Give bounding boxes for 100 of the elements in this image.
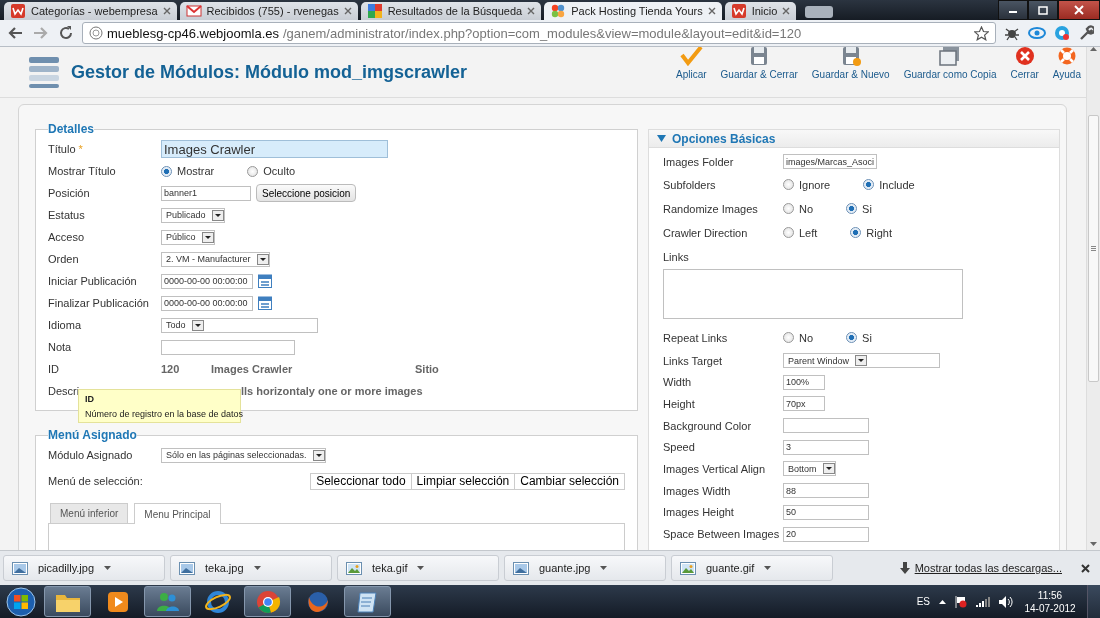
back-icon[interactable] — [6, 25, 24, 41]
selection-button[interactable]: Seleccionar todo — [310, 472, 412, 490]
page-title: Gestor de Módulos: Módulo mod_imgscrawler — [71, 61, 469, 83]
close-icon[interactable] — [1081, 563, 1090, 573]
download-item[interactable]: guante.jpg — [504, 555, 666, 581]
dropdown[interactable]: Todo — [161, 317, 318, 333]
dropdown[interactable]: Sólo en las páginas seleccionadas. — [161, 447, 326, 463]
chat-icon[interactable] — [1054, 25, 1070, 41]
field-label: Background Color — [663, 419, 752, 432]
close-icon[interactable] — [707, 7, 716, 15]
scroll-down-icon[interactable] — [1090, 542, 1097, 546]
text-field[interactable]: 88 — [783, 483, 869, 499]
site-icon — [185, 3, 202, 19]
tooltip-text: Número de registro en la base de datos — [85, 409, 244, 419]
toolbar-button[interactable]: Guardar & Nuevo — [811, 47, 890, 80]
taskbar-button[interactable] — [44, 586, 91, 617]
text-field[interactable]: banner1 — [161, 185, 251, 201]
speaker-icon[interactable] — [999, 595, 1013, 608]
radio-button[interactable] — [783, 332, 794, 344]
signal-bars-icon[interactable] — [976, 596, 990, 607]
image-file-icon — [680, 561, 696, 575]
date-field[interactable]: 0000-00-00 00:00:00 — [161, 295, 253, 311]
dropdown[interactable]: Bottom — [783, 461, 836, 477]
toolbar-button[interactable]: Aplicar — [676, 47, 707, 80]
section-title: Menú Asignado — [48, 428, 137, 442]
text-field[interactable]: 70px — [783, 396, 825, 412]
caret-icon[interactable] — [104, 566, 112, 570]
toolbar-button[interactable]: Ayuda — [1052, 47, 1081, 80]
browser-globe-icon — [203, 588, 232, 615]
field-label: Space Between Images — [663, 528, 780, 541]
menu-tab[interactable]: Menú inferior — [50, 503, 129, 523]
text-field[interactable]: 50 — [783, 504, 869, 520]
browser-tab[interactable]: Inicio — [724, 2, 797, 20]
date-field[interactable]: 0000-00-00 00:00:00 — [161, 273, 253, 289]
dropdown[interactable]: Parent Window — [783, 353, 940, 369]
text-field[interactable]: 100% — [783, 374, 825, 390]
dropdown[interactable]: 2. VM - Manufacturer — [161, 251, 270, 267]
radio-button[interactable] — [863, 179, 875, 191]
caret-icon[interactable] — [253, 566, 261, 570]
start-button-icon[interactable] — [6, 586, 36, 617]
scrollbar-thumb[interactable] — [1088, 115, 1099, 382]
radio-button[interactable] — [850, 227, 862, 239]
toolbar-button[interactable]: Guardar & Cerrar — [720, 47, 798, 80]
download-item[interactable]: guante.gif — [671, 555, 833, 581]
eye-icon[interactable] — [1028, 26, 1046, 40]
new-tab-button[interactable] — [805, 6, 834, 18]
caret-icon[interactable] — [764, 566, 772, 570]
field-label: Repeat Links — [663, 331, 728, 344]
radio-button[interactable] — [846, 332, 858, 344]
radio-button[interactable] — [783, 179, 794, 191]
field-label: Idioma — [48, 319, 82, 331]
text-field[interactable] — [783, 418, 869, 434]
text-field[interactable]: 20 — [783, 526, 869, 542]
dropdown[interactable]: Público — [161, 229, 215, 245]
option-label: Ignore — [799, 178, 831, 191]
selection-button[interactable]: Limpiar selección — [410, 472, 516, 490]
toolbar-button[interactable]: Guardar como Copia — [903, 47, 997, 80]
browser-tab[interactable]: Categorías - webempresa — [4, 2, 177, 20]
download-item[interactable]: teka.jpg — [170, 555, 332, 581]
browser-tab[interactable]: Resultados de la Búsqueda — [360, 2, 542, 20]
flag-icon[interactable] — [955, 595, 967, 608]
collapse-triangle-icon[interactable] — [657, 135, 666, 142]
calendar-icon[interactable] — [258, 296, 272, 310]
caret-icon[interactable] — [417, 566, 425, 570]
star-icon[interactable] — [974, 25, 989, 41]
toolbar-button[interactable]: Cerrar — [1010, 47, 1039, 80]
wrench-icon[interactable] — [1078, 25, 1094, 41]
address-bar[interactable]: mueblesg-cp46.webjoomla.es /ganem/administrator/index.php?option=com_modules&view=module&layout=edit&id=120 — [82, 22, 996, 44]
caret-icon[interactable] — [600, 566, 608, 570]
dropdown[interactable]: Publicado — [161, 207, 225, 223]
close-button[interactable] — [1058, 0, 1100, 20]
text-field[interactable]: images/Marcas_Asoci — [783, 154, 878, 170]
text-field[interactable]: Images Crawler — [161, 140, 388, 158]
menu-tab[interactable]: Menu Principal — [134, 503, 221, 524]
text-field[interactable]: 3 — [783, 439, 869, 455]
minimize-button[interactable] — [998, 0, 1028, 20]
select-position-button[interactable]: Seleccione posicion — [256, 184, 357, 202]
browser-tab[interactable]: Pack Hosting Tienda Yours — [544, 2, 722, 20]
radio-button[interactable] — [783, 227, 794, 239]
taskbar-button[interactable] — [344, 586, 391, 617]
radio-button[interactable] — [161, 165, 172, 177]
browser-tab[interactable]: Recibidos (755) - rvenegas — [179, 2, 358, 20]
tray-expand-icon[interactable] — [939, 599, 946, 604]
calendar-icon[interactable] — [258, 274, 272, 288]
radio-button[interactable] — [846, 203, 858, 215]
text-field[interactable] — [161, 339, 295, 355]
download-item[interactable]: teka.gif — [337, 555, 499, 581]
clock-date[interactable]: 14-07-2012 — [1024, 601, 1076, 615]
required-mark: * — [78, 143, 83, 155]
clock-time[interactable]: 11:56 — [1037, 588, 1063, 602]
show-all-downloads-link[interactable]: Mostrar todas las descargas... — [914, 562, 1062, 574]
selection-button[interactable]: Cambiar selección — [514, 472, 625, 490]
maximize-button[interactable] — [1028, 0, 1058, 20]
reload-icon[interactable] — [58, 25, 74, 41]
radio-button[interactable] — [783, 203, 794, 215]
field-label: Links Target — [663, 354, 723, 367]
language-indicator[interactable]: ES — [916, 596, 930, 607]
maximize-icon[interactable] — [1037, 5, 1049, 15]
radio-button[interactable] — [247, 165, 259, 177]
download-item[interactable]: picadilly.jpg — [3, 555, 165, 581]
